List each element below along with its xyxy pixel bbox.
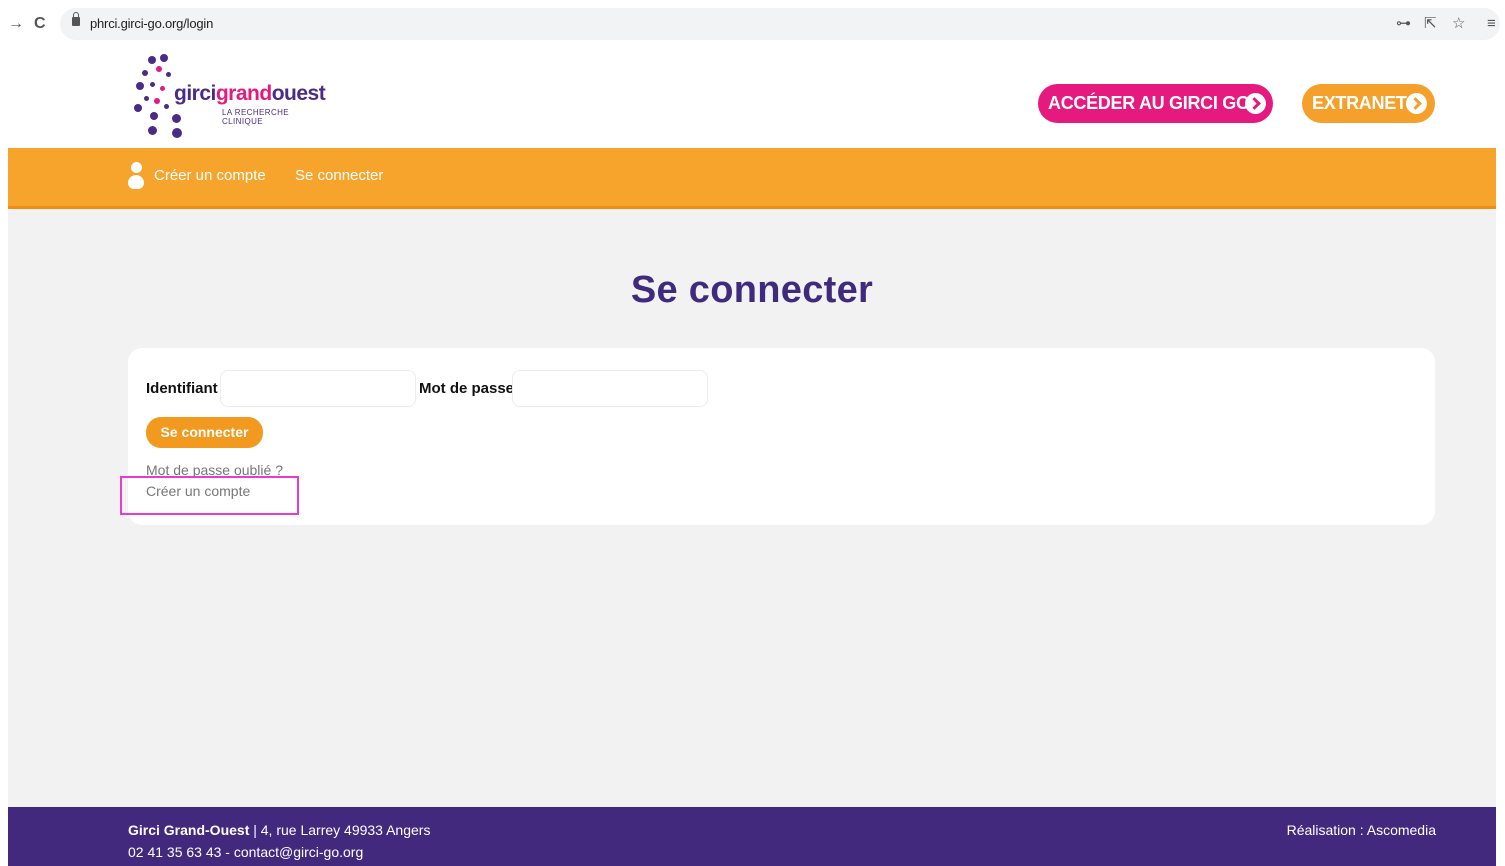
logo-dot bbox=[148, 126, 157, 135]
footer-credit[interactable]: Réalisation : Ascomedia bbox=[1287, 822, 1436, 838]
page-title: Se connecter bbox=[630, 269, 874, 311]
logo-dot bbox=[144, 96, 149, 101]
logo-dot bbox=[134, 104, 142, 112]
footer-contact[interactable]: 02 41 35 63 43 - contact@girci-go.org bbox=[128, 844, 363, 860]
logo[interactable]: gircigrandouest LA RECHERCHE CLINIQUE bbox=[132, 52, 332, 138]
logo-dot bbox=[160, 86, 165, 91]
logo-dot bbox=[172, 114, 181, 123]
site-footer: Girci Grand-Ouest | 4, rue Larrey 49933 … bbox=[8, 807, 1496, 866]
footer-address-line: Girci Grand-Ouest | 4, rue Larrey 49933 … bbox=[128, 822, 430, 838]
top-nav: Créer un compte Se connecter bbox=[8, 148, 1496, 209]
girci-go-button-label: ACCÉDER AU GIRCI GO bbox=[1048, 93, 1250, 113]
extranet-button[interactable]: EXTRANET bbox=[1302, 84, 1435, 123]
menu-icon[interactable]: ≡ bbox=[1487, 14, 1496, 34]
login-submit-button[interactable]: Se connecter bbox=[146, 417, 263, 448]
logo-dot bbox=[156, 66, 162, 72]
password-label: Mot de passe bbox=[419, 380, 515, 397]
key-icon[interactable]: ⊶ bbox=[1396, 14, 1411, 34]
chevron-right-icon bbox=[1406, 93, 1427, 114]
logo-dot bbox=[150, 112, 158, 120]
highlight-box bbox=[120, 476, 299, 515]
reload-icon[interactable]: C bbox=[34, 14, 46, 34]
logo-dot bbox=[164, 104, 169, 109]
user-icon bbox=[128, 162, 144, 190]
logo-dot bbox=[166, 72, 171, 77]
password-input[interactable] bbox=[512, 370, 708, 407]
browser-toolbar: → C phrci.girci-go.org/login ⊶ ⇱ ☆ ≡ bbox=[0, 0, 1505, 48]
logo-dot bbox=[136, 82, 144, 90]
nav-create-account-link[interactable]: Créer un compte bbox=[154, 167, 266, 184]
nav-login-link[interactable]: Se connecter bbox=[295, 167, 383, 184]
forward-icon[interactable]: → bbox=[8, 14, 24, 34]
extranet-button-label: EXTRANET bbox=[1312, 93, 1407, 113]
footer-org-name: Girci Grand-Ouest bbox=[128, 822, 250, 838]
url-text[interactable]: phrci.girci-go.org/login bbox=[90, 16, 213, 31]
footer-address: | 4, rue Larrey 49933 Angers bbox=[249, 822, 431, 838]
star-icon[interactable]: ☆ bbox=[1452, 14, 1465, 34]
logo-wordmark: gircigrandouest bbox=[174, 82, 326, 105]
logo-dot bbox=[150, 82, 155, 87]
username-input[interactable] bbox=[220, 370, 416, 407]
girci-go-button[interactable]: ACCÉDER AU GIRCI GO bbox=[1038, 84, 1273, 123]
site-header: gircigrandouest LA RECHERCHE CLINIQUE AC… bbox=[8, 48, 1496, 148]
chevron-right-icon bbox=[1245, 93, 1266, 114]
logo-dot bbox=[160, 54, 168, 62]
username-label: Identifiant bbox=[146, 380, 218, 397]
lock-icon bbox=[72, 12, 80, 26]
address-bar[interactable] bbox=[60, 8, 1500, 40]
share-icon[interactable]: ⇱ bbox=[1424, 14, 1437, 34]
login-form: Identifiant Mot de passe Se connecter Mo… bbox=[120, 348, 1435, 525]
logo-tagline: LA RECHERCHE CLINIQUE bbox=[222, 108, 290, 126]
logo-dot bbox=[142, 70, 148, 76]
logo-dot bbox=[154, 98, 160, 104]
logo-dot bbox=[148, 56, 156, 64]
logo-dot bbox=[172, 128, 182, 138]
main-content: Se connecter Identifiant Mot de passe Se… bbox=[8, 209, 1496, 807]
